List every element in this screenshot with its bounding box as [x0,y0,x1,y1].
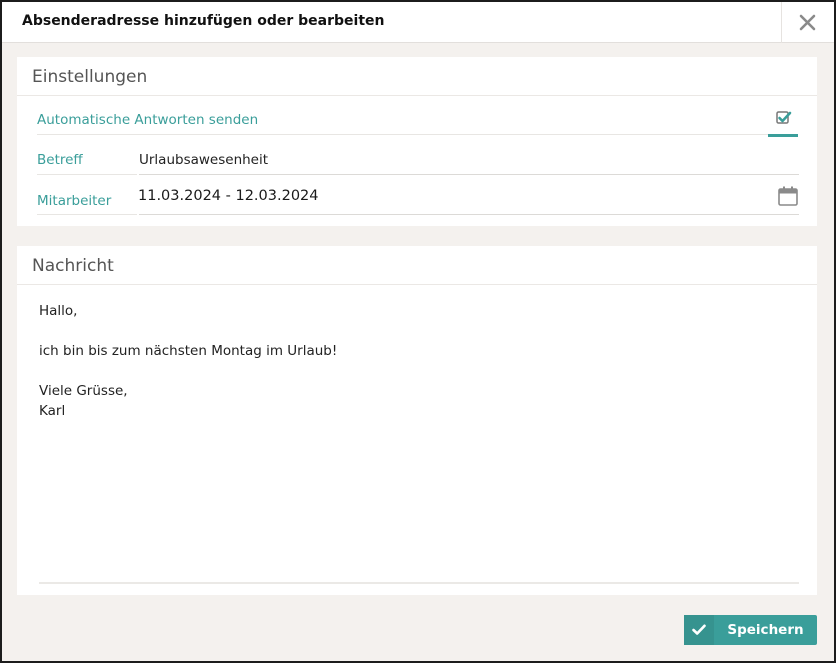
message-title: Nachricht [32,256,114,276]
calendar-icon[interactable] [777,185,799,207]
auto-reply-label: Automatische Antworten senden [37,112,259,128]
settings-title: Einstellungen [32,67,148,87]
message-line: Karl [39,403,66,419]
row-divider [37,214,137,215]
date-underline [139,214,799,215]
message-line: ich bin bis zum nächsten Montag im Urlau… [39,343,338,359]
date-range-input[interactable]: 11.03.2024 - 12.03.2024 [138,188,319,204]
message-line [39,361,789,381]
check-icon [692,624,706,635]
message-panel: Nachricht Hallo, ich bin bis zum nächste… [17,246,817,595]
dialog-titlebar: Absenderadresse hinzufügen oder bearbeit… [2,2,834,43]
message-line: Hallo, [39,303,78,319]
dialog-title: Absenderadresse hinzufügen oder bearbeit… [22,13,385,29]
message-header: Nachricht [17,246,817,285]
message-textarea[interactable]: Hallo, ich bin bis zum nächsten Montag i… [39,301,789,421]
close-button[interactable] [781,2,834,43]
dialog: Absenderadresse hinzufügen oder bearbeit… [2,2,834,661]
save-button[interactable]: Speichern [684,615,817,645]
message-line: Viele Grüsse, [39,383,128,399]
message-line [39,321,789,341]
subject-label: Betreff [37,152,83,168]
auto-reply-checkbox[interactable] [768,107,798,137]
save-icon-box [684,615,714,645]
save-label: Speichern [727,622,804,638]
row-divider [37,174,137,175]
settings-header: Einstellungen [17,57,817,96]
checkmark-icon [776,111,792,124]
settings-panel: Einstellungen Automatische Antworten sen… [17,57,817,226]
message-underline [39,582,799,584]
close-icon [799,14,816,31]
subject-input[interactable]: Urlaubsawesenheit [139,152,268,168]
subject-underline [139,174,799,175]
row-divider [37,134,768,135]
checkbox-underline [768,134,798,137]
employee-label: Mitarbeiter [37,193,112,209]
